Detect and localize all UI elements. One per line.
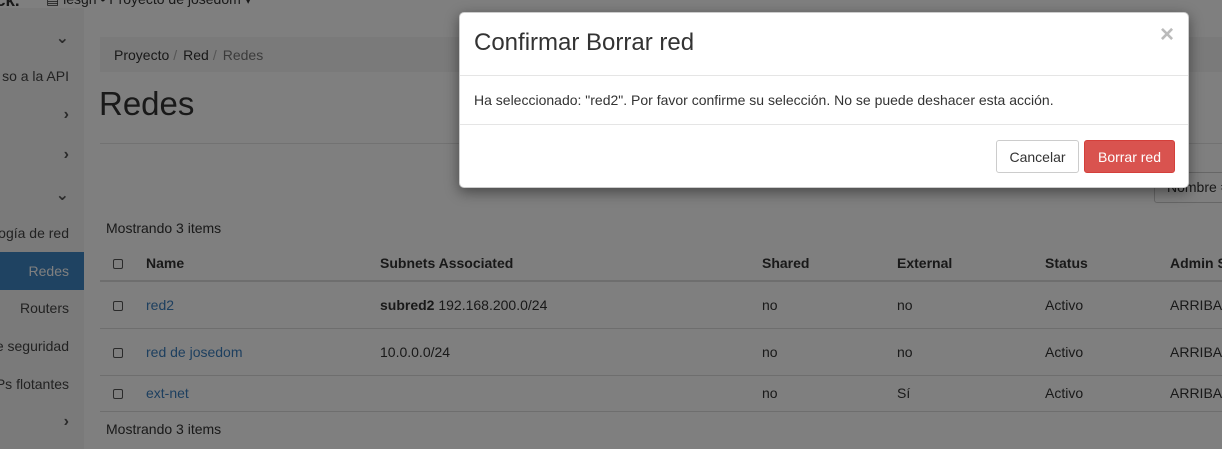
modal-body: Ha seleccionado: "red2". Por favor confi… (460, 76, 1188, 125)
modal-header: Confirmar Borrar red × (460, 13, 1188, 76)
close-icon[interactable]: × (1160, 23, 1174, 47)
confirm-delete-dialog: Confirmar Borrar red × Ha seleccionado: … (459, 12, 1189, 188)
delete-network-button[interactable]: Borrar red (1084, 140, 1175, 173)
modal-footer: Cancelar Borrar red (460, 125, 1188, 188)
cancel-button[interactable]: Cancelar (996, 140, 1079, 173)
confirm-message: Ha seleccionado: "red2". Por favor confi… (474, 92, 1054, 108)
modal-title: Confirmar Borrar red (474, 29, 695, 56)
